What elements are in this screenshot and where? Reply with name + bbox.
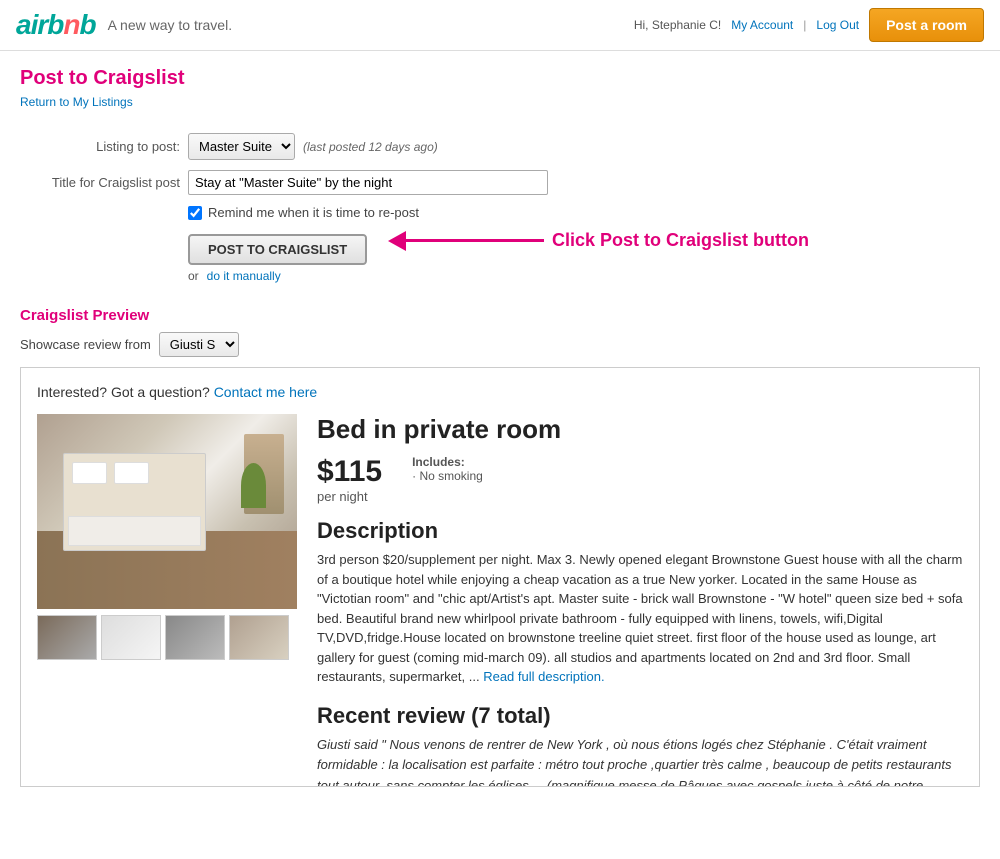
logout-link[interactable]: Log Out [816, 18, 859, 32]
return-link[interactable]: Return to My Listings [20, 95, 133, 109]
listing-select[interactable]: Master Suite [188, 133, 295, 160]
desc-title: Description [317, 518, 963, 544]
remind-label: Remind me when it is time to re-post [208, 205, 419, 220]
showcase-label: Showcase review from [20, 337, 151, 352]
annotation-text: Click Post to Craigslist button [552, 230, 809, 251]
preview-section-title: Craigslist Preview [20, 307, 980, 324]
review-text: Giusti said " Nous venons de rentrer de … [317, 735, 963, 788]
price-main: $115 per night [317, 455, 382, 504]
thumb-row [37, 615, 297, 660]
listing-row: Listing to post: Master Suite (last post… [20, 133, 980, 160]
preview-section: Craigslist Preview Showcase review from … [20, 307, 980, 787]
arrow-line [404, 239, 544, 242]
page-content: Post to Craigslist Return to My Listings… [0, 51, 1000, 803]
main-room-image [37, 414, 297, 609]
thumb-1 [37, 615, 97, 660]
review-section: Recent review (7 total) Giusti said " No… [317, 703, 963, 788]
desc-text: 3rd person $20/supplement per night. Max… [317, 550, 963, 687]
main-image-inner [37, 414, 297, 609]
includes-label: Includes: [412, 455, 465, 469]
includes-area: Includes: · No smoking [412, 455, 483, 483]
greeting: Hi, Stephanie C! [634, 18, 721, 32]
thumb-3 [165, 615, 225, 660]
showcase-row: Showcase review from Giusti S [20, 332, 980, 357]
page-title: Post to Craigslist [20, 67, 980, 90]
desc-text-content: 3rd person $20/supplement per night. Max… [317, 552, 963, 684]
post-room-button[interactable]: Post a room [869, 8, 984, 42]
separator: | [803, 18, 806, 32]
remind-checkbox[interactable] [188, 206, 202, 220]
preview-box: Interested? Got a question? Contact me h… [20, 367, 980, 787]
my-account-link[interactable]: My Account [731, 18, 793, 32]
last-posted: (last posted 12 days ago) [303, 140, 438, 154]
title-label: Title for Craigslist post [20, 175, 180, 190]
room-type: Bed in private room [317, 414, 963, 445]
title-input[interactable] [188, 170, 548, 195]
preview-images [37, 414, 297, 787]
remind-checkbox-row: Remind me when it is time to re-post [188, 205, 980, 220]
review-title: Recent review (7 total) [317, 703, 963, 729]
price-amount: $115 [317, 455, 382, 489]
header: airbnb A new way to travel. Hi, Stephani… [0, 0, 1000, 51]
or-text: or [188, 269, 199, 283]
post-to-craigslist-button[interactable]: POST TO CRAIGSLIST [188, 234, 367, 265]
manually-link[interactable]: do it manually [207, 269, 281, 283]
showcase-select[interactable]: Giusti S [159, 332, 239, 357]
preview-details: Bed in private room $115 per night Inclu… [317, 414, 963, 787]
contact-text: Interested? Got a question? [37, 384, 210, 400]
logo-area: airbnb A new way to travel. [16, 9, 232, 41]
contact-link[interactable]: Contact me here [214, 384, 318, 400]
includes-no-smoking: No smoking [419, 469, 482, 483]
post-btn-area: POST TO CRAIGSLIST or do it manually Cli… [188, 234, 980, 283]
arrow-annotation: Click Post to Craigslist button [388, 230, 809, 251]
preview-main: Bed in private room $115 per night Inclu… [37, 414, 963, 787]
listing-label: Listing to post: [20, 139, 180, 154]
desc-section: Description 3rd person $20/supplement pe… [317, 518, 963, 687]
preview-contact-bar: Interested? Got a question? Contact me h… [37, 384, 963, 400]
thumb-2 [101, 615, 161, 660]
tagline: A new way to travel. [108, 17, 233, 33]
price-per-night: per night [317, 489, 382, 504]
title-row: Title for Craigslist post [20, 170, 980, 195]
price-area: $115 per night Includes: · No smoking [317, 455, 963, 504]
logo: airbnb [16, 9, 96, 41]
read-more-link[interactable]: Read full description. [483, 669, 604, 684]
thumb-4 [229, 615, 289, 660]
title-control [188, 170, 548, 195]
pink-arrow [388, 231, 544, 251]
header-right: Hi, Stephanie C! My Account | Log Out Po… [634, 8, 984, 42]
form-section: Listing to post: Master Suite (last post… [20, 133, 980, 283]
listing-control: Master Suite (last posted 12 days ago) [188, 133, 438, 160]
